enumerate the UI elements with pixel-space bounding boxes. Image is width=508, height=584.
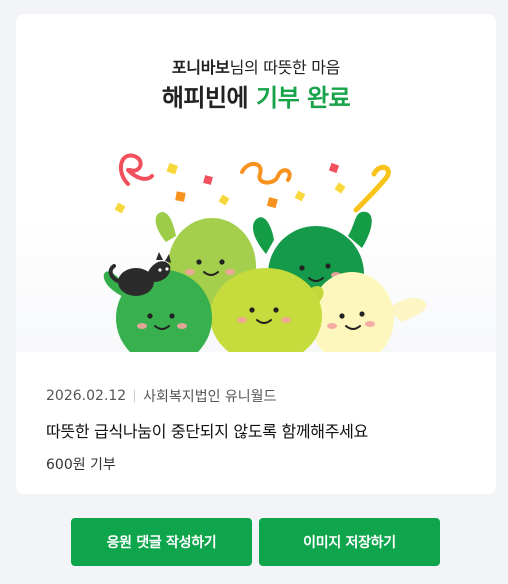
donor-message-suffix: 님의 따뜻한 마음 xyxy=(229,58,341,77)
donation-amount: 600원 기부 xyxy=(46,457,116,473)
title-highlight: 기부 완료 xyxy=(256,84,351,112)
donation-date: 2026.02.12 xyxy=(46,388,127,404)
confetti xyxy=(114,153,391,214)
save-image-button[interactable]: 이미지 저장하기 xyxy=(259,518,440,566)
meta-divider xyxy=(134,390,136,402)
campaign-title: 따뜻한 급식나눔이 중단되지 않도록 함께해주세요 xyxy=(46,422,368,441)
page-title: 해피빈에 기부 완료 xyxy=(16,78,496,113)
donation-meta: 2026.02.12 사회복지법인 유니월드 xyxy=(46,386,476,406)
donor-name: 포니바보 xyxy=(171,58,230,77)
celebration-illustration xyxy=(103,153,427,352)
donor-message: 포니바보님의 따뜻한 마음 xyxy=(16,54,496,78)
hero-section: 포니바보님의 따뜻한 마음 해피빈에 기부 완료 xyxy=(16,14,496,352)
donation-info: 2026.02.12 사회복지법인 유니월드 따뜻한 급식나눔이 중단되지 않도… xyxy=(46,386,476,474)
organization-name: 사회복지법인 유니월드 xyxy=(143,389,277,405)
write-comment-button[interactable]: 응원 댓글 작성하기 xyxy=(71,518,252,566)
title-prefix: 해피빈에 xyxy=(161,84,256,112)
donation-complete-card: 포니바보님의 따뜻한 마음 해피빈에 기부 완료 2026.02.12 사회복지… xyxy=(16,14,496,494)
